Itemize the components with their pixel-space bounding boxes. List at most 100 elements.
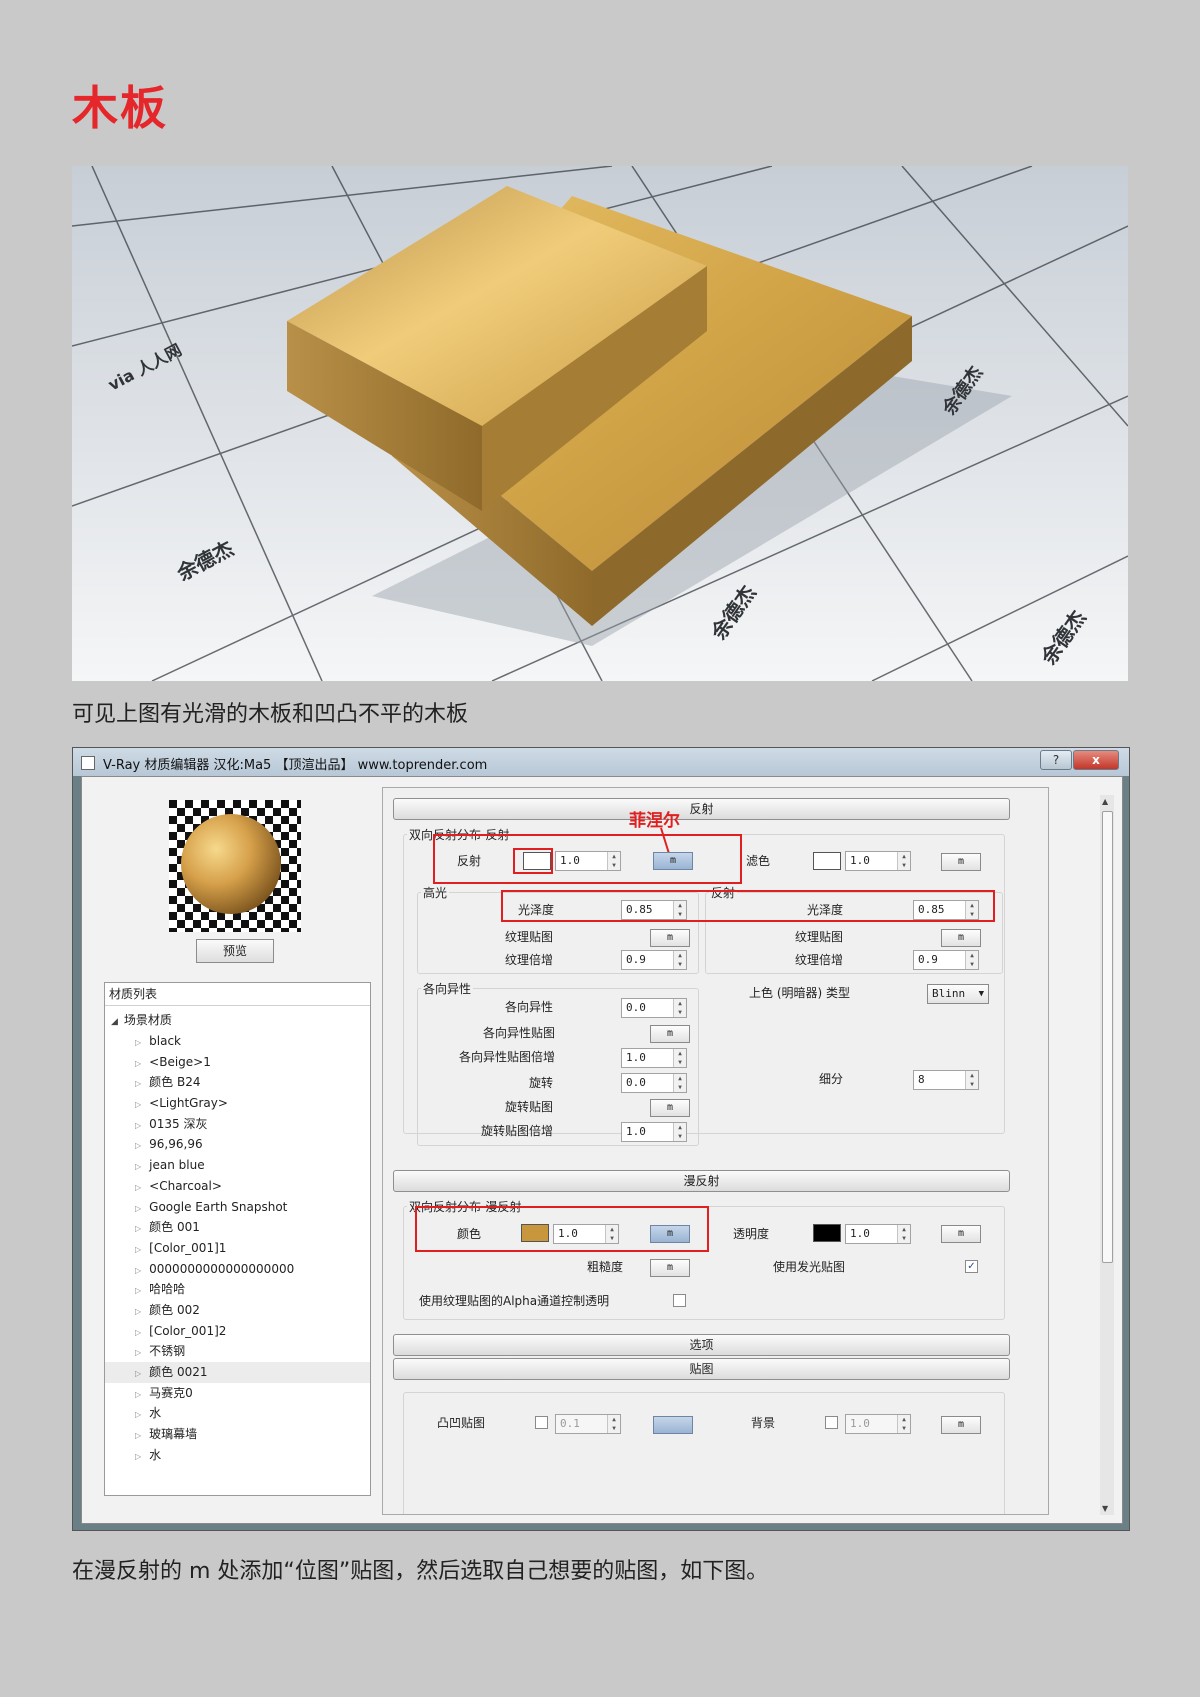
aniso-spinner[interactable]: 0.0 ▲ ▼ (621, 998, 687, 1018)
rotation-map-button[interactable]: m (650, 1099, 690, 1117)
bump-map-label: 凸凹贴图 (437, 1416, 486, 1430)
material-item[interactable]: ▷ [Color_001]2 (105, 1321, 370, 1342)
material-item[interactable]: ▷ Google Earth Snapshot (105, 1197, 370, 1218)
material-item[interactable]: ▷ 哈哈哈 (105, 1279, 370, 1300)
background-map-button[interactable]: m (941, 1416, 981, 1434)
collapse-arrow-icon: ▷ (135, 1286, 142, 1296)
aniso-map-mult-label: 各向异性贴图倍增 (459, 1050, 556, 1064)
collapse-arrow-icon: ▷ (135, 1369, 142, 1378)
spinner-arrows-icon: ▲ ▼ (673, 1074, 686, 1092)
hl-tex-map-label: 纹理贴图 (505, 930, 554, 944)
material-item[interactable]: ▷ 颜色 001 (105, 1217, 370, 1238)
material-list-panel: 材质列表 ◢ 场景材质 ▷ black ▷ <Beige>1 ▷ 颜色 B24 ▷ <Li… (104, 982, 371, 1496)
material-item[interactable]: ▷ 96,96,96 (105, 1134, 370, 1155)
vertical-scrollbar[interactable]: ▲ ▼ (1100, 795, 1114, 1515)
material-item[interactable]: ▷ jean blue (105, 1155, 370, 1176)
parameter-pane: 反射 双向反射分布-反射 菲涅尔 反射 1.0 ▲ ▼ m 滤色 1.0 ▲ ▼ m 高… (382, 787, 1049, 1515)
highlight-box (513, 848, 553, 874)
spinner-arrows-icon: ▲ ▼ (607, 1415, 620, 1433)
collapse-arrow-icon: ▷ (135, 1079, 142, 1089)
scroll-thumb[interactable] (1102, 811, 1113, 1263)
preview-sphere-icon (169, 800, 301, 932)
transparency-amount-spinner[interactable]: 1.0 ▲ ▼ (845, 1224, 911, 1244)
maps-group (403, 1392, 1005, 1514)
material-item[interactable]: ▷ 颜色 002 (105, 1300, 370, 1321)
material-item[interactable]: ▷ 颜色 B24 (105, 1072, 370, 1093)
material-item[interactable]: ▷ 不锈钢 (105, 1341, 370, 1362)
material-item[interactable]: ▷ <Beige>1 (105, 1052, 370, 1073)
dropdown-arrow-icon: ▼ (978, 989, 984, 999)
close-button[interactable]: x (1073, 750, 1119, 770)
bump-map-button[interactable] (653, 1416, 693, 1434)
background-checkbox[interactable] (825, 1416, 838, 1429)
material-item[interactable]: ▷ 水 (105, 1403, 370, 1424)
material-item[interactable]: ▷ black (105, 1031, 370, 1052)
emissive-checkbox[interactable]: ✓ (965, 1260, 978, 1273)
maps-rollout[interactable]: 贴图 (393, 1358, 1010, 1380)
filter-color-swatch[interactable] (813, 852, 841, 870)
material-item[interactable]: ▷ 水 (105, 1445, 370, 1466)
material-tree-list: ▷ black ▷ <Beige>1 ▷ 颜色 B24 ▷ <LightGray> ▷ 0… (105, 1031, 370, 1465)
aniso-label: 各向异性 (505, 1000, 554, 1014)
caption-bottom: 在漫反射的 m 处添加“位图”贴图，然后选取自己想要的贴图，如下图。 (72, 1559, 769, 1584)
collapse-arrow-icon: ▷ (135, 1038, 142, 1047)
hl-tex-map-button[interactable]: m (650, 929, 690, 947)
material-item[interactable]: ▷ 0000000000000000000 (105, 1259, 370, 1280)
hl-tex-mult-spinner[interactable]: 0.9 ▲ ▼ (621, 950, 687, 970)
options-rollout[interactable]: 选项 (393, 1334, 1010, 1356)
aniso-map-button[interactable]: m (650, 1025, 690, 1043)
background-label: 背景 (751, 1416, 776, 1430)
transparency-map-button[interactable]: m (941, 1225, 981, 1243)
wood-render-image: 余德杰 via 人人网 余德杰 余德杰 余德杰 (72, 166, 1128, 681)
spinner-arrows-icon: ▲ ▼ (965, 951, 978, 969)
reflection-rollout[interactable]: 反射 (393, 798, 1010, 820)
window-title: V-Ray 材质编辑器 汉化:Ma5 【顶渲出品】 www.toprender.… (103, 758, 488, 773)
material-item[interactable]: ▷ <LightGray> (105, 1093, 370, 1114)
diffuse-rollout[interactable]: 漫反射 (393, 1170, 1010, 1192)
alpha-transparency-checkbox[interactable] (673, 1294, 686, 1307)
preview-button[interactable]: 预览 (196, 939, 274, 963)
material-item[interactable]: ▷ <Charcoal> (105, 1176, 370, 1197)
tree-root-scene-materials[interactable]: ◢ 场景材质 (111, 1011, 172, 1028)
spinner-arrows-icon: ▲ ▼ (897, 1415, 910, 1433)
collapse-arrow-icon: ▷ (135, 1100, 142, 1110)
caption-top: 可见上图有光滑的木板和凹凸不平的木板 (72, 702, 469, 727)
collapse-arrow-icon: ▷ (135, 1348, 142, 1358)
rotation-map-mult-spinner[interactable]: 1.0 ▲ ▼ (621, 1122, 687, 1142)
transparency-color-swatch[interactable] (813, 1224, 841, 1242)
scroll-up-icon[interactable]: ▲ (1102, 797, 1108, 806)
bump-amount-spinner[interactable]: 0.1 ▲ ▼ (555, 1414, 621, 1434)
help-button[interactable]: ? (1040, 750, 1072, 770)
rf-tex-mult-spinner[interactable]: 0.9 ▲ ▼ (913, 950, 979, 970)
collapse-arrow-icon: ▷ (135, 1120, 142, 1130)
bump-map-checkbox[interactable] (535, 1416, 548, 1429)
material-item[interactable]: ▷ 0135 深灰 (105, 1114, 370, 1135)
highlight-box (433, 834, 742, 884)
window-titlebar[interactable]: V-Ray 材质编辑器 汉化:Ma5 【顶渲出品】 www.toprender.… (73, 748, 1129, 776)
filter-map-button[interactable]: m (941, 853, 981, 871)
aniso-map-mult-spinner[interactable]: 1.0 ▲ ▼ (621, 1048, 687, 1068)
rotation-spinner[interactable]: 0.0 ▲ ▼ (621, 1073, 687, 1093)
rf-tex-map-button[interactable]: m (941, 929, 981, 947)
rotation-map-label: 旋转贴图 (505, 1100, 554, 1114)
material-item[interactable]: ▷ [Color_001]1 (105, 1238, 370, 1259)
material-list-header: 材质列表 (105, 983, 370, 1006)
material-item-selected[interactable]: ▷ 颜色 0021 (105, 1362, 370, 1383)
collapse-arrow-icon: ▷ (135, 1306, 142, 1316)
app-icon (81, 756, 95, 770)
background-amount-spinner[interactable]: 1.0 ▲ ▼ (845, 1414, 911, 1434)
roughness-map-button[interactable]: m (650, 1259, 690, 1277)
collapse-arrow-icon: ▷ (135, 1058, 142, 1068)
scroll-down-icon[interactable]: ▼ (1102, 1504, 1108, 1513)
subdivs-label: 细分 (819, 1072, 844, 1086)
hl-tex-mult-label: 纹理倍增 (505, 953, 554, 967)
collapse-arrow-icon: ▷ (135, 1410, 142, 1420)
highlight-group-label: 高光 (421, 884, 450, 901)
material-item[interactable]: ▷ 马赛克0 (105, 1383, 370, 1404)
collapse-arrow-icon: ▷ (135, 1431, 142, 1441)
subdivs-spinner[interactable]: 8 ▲ ▼ (913, 1070, 979, 1090)
material-item[interactable]: ▷ 玻璃幕墙 (105, 1424, 370, 1445)
filter-amount-spinner[interactable]: 1.0 ▲ ▼ (845, 851, 911, 871)
aniso-map-label: 各向异性贴图 (483, 1026, 556, 1040)
shader-type-dropdown[interactable]: Blinn ▼ (927, 984, 989, 1004)
